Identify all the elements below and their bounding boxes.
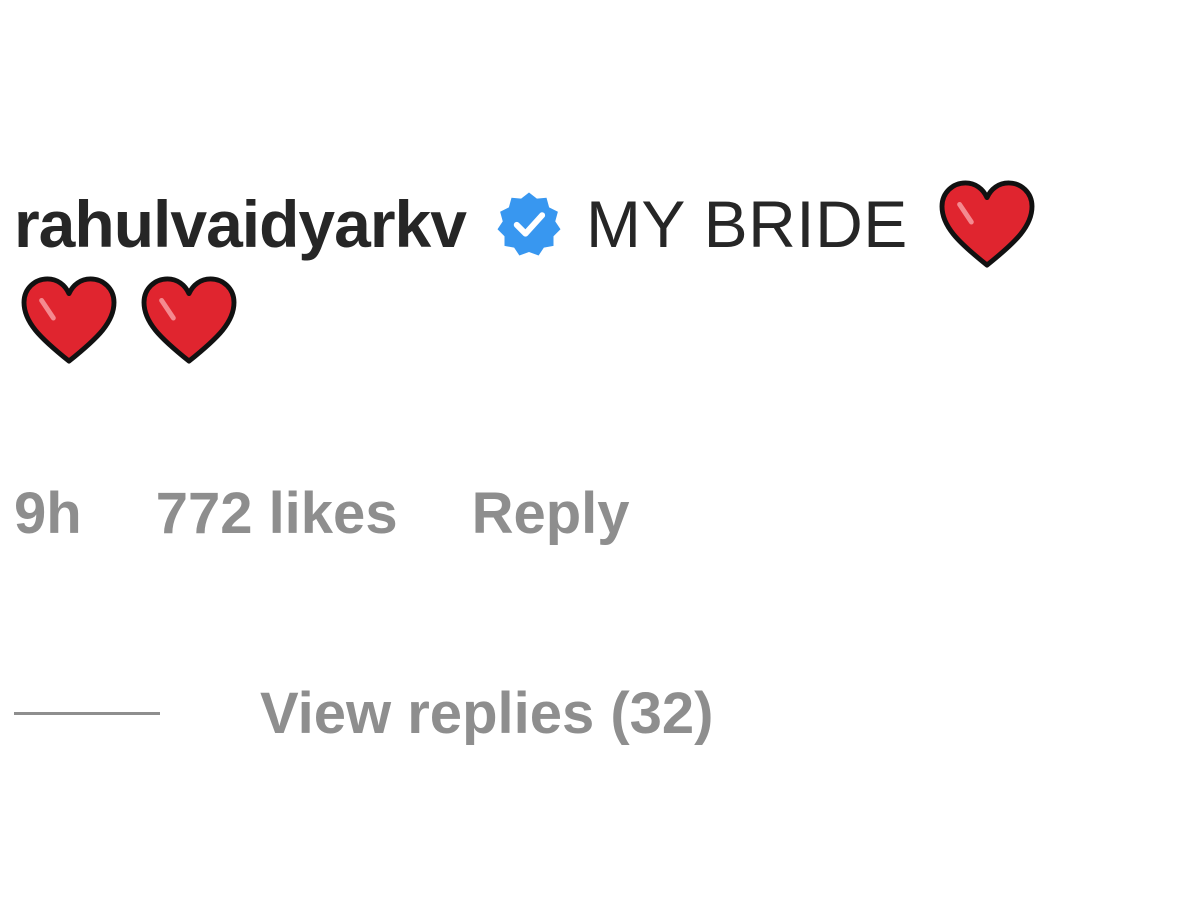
- comment-meta: 9h 772 likes Reply: [14, 480, 630, 547]
- comment-line: rahulvaidyarkv MY BRIDE: [14, 178, 1200, 270]
- comment-thread: rahulvaidyarkv MY BRIDE 9h 772 likes Rep…: [0, 0, 1200, 900]
- comment-text: MY BRIDE: [585, 187, 908, 261]
- comment-line-continued: [14, 270, 1200, 370]
- verified-badge-icon: [494, 189, 564, 259]
- heart-icon: [140, 275, 238, 365]
- replies-divider: [14, 712, 160, 715]
- comment: rahulvaidyarkv MY BRIDE: [14, 178, 1200, 370]
- view-replies-button[interactable]: View replies (32): [260, 680, 714, 747]
- heart-icon: [20, 275, 118, 365]
- comment-username[interactable]: rahulvaidyarkv: [14, 186, 467, 262]
- comment-likes[interactable]: 772 likes: [156, 480, 398, 547]
- comment-timestamp: 9h: [14, 481, 82, 546]
- view-replies-row[interactable]: View replies (32): [14, 680, 714, 747]
- reply-button[interactable]: Reply: [472, 480, 630, 547]
- heart-icon: [938, 179, 1036, 269]
